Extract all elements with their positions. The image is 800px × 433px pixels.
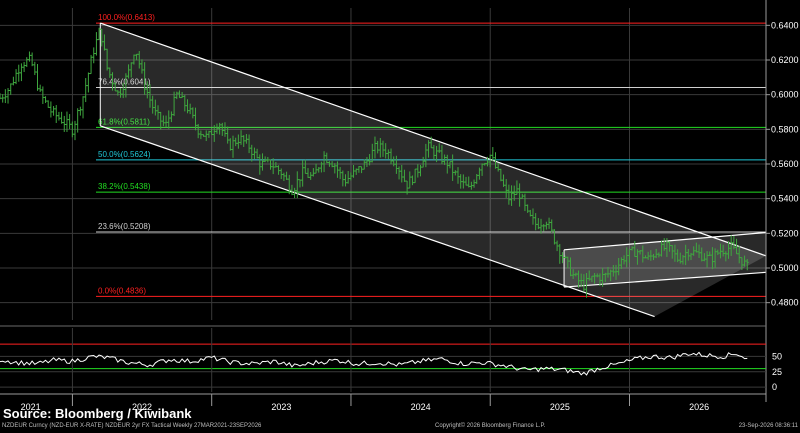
trend-channels — [99, 22, 767, 318]
source-caption: Source: Bloomberg / Kiwibank — [3, 406, 192, 421]
oscillator-tick-label: 25 — [772, 367, 782, 377]
price-tick-label: 0.6400 — [771, 20, 799, 30]
oscillator-tick-label: 0 — [772, 382, 777, 392]
time-tick-label: 2024 — [411, 402, 431, 412]
oscillator-tick-label: 50 — [772, 351, 782, 361]
fibonacci-label: 23.6%(0.5208) — [98, 222, 151, 231]
fibonacci-label: 0.0%(0.4836) — [98, 286, 146, 295]
price-tick-label: 0.5600 — [771, 159, 799, 169]
footer-timestamp: 23-Sep-2026 08:36:11 — [738, 423, 798, 429]
fibonacci-label: 100.0%(0.6413) — [98, 13, 155, 22]
fibonacci-label: 50.0%(0.5624) — [98, 150, 151, 159]
price-tick-label: 0.6200 — [771, 55, 799, 65]
time-tick-label: 2025 — [550, 402, 570, 412]
footer-instrument: NZDEUR Curncy (NZD-EUR X-RATE) NZDEUR 2y… — [2, 423, 262, 429]
price-tick-label: 0.5000 — [771, 263, 799, 273]
price-tick-label: 0.4800 — [771, 298, 799, 308]
footer-copyright: Copyright© 2026 Bloomberg Finance L.P. — [435, 423, 546, 429]
time-tick-label: 2026 — [689, 402, 709, 412]
oscillator-panel: 0 25 50 — [0, 325, 782, 392]
price-axis: 0.4800 0.5000 0.5200 0.5400 0.5600 0.5800 0.60… — [765, 0, 799, 402]
chart-canvas: 100.0%(0.6413)76.4%(0.6041)61.8%(0.5811)… — [0, 0, 799, 412]
price-tick-label: 0.5200 — [771, 228, 799, 238]
price-tick-label: 0.6000 — [771, 90, 799, 100]
price-tick-label: 0.5400 — [771, 194, 799, 204]
fibonacci-label: 38.2%(0.5438) — [98, 182, 151, 191]
price-tick-label: 0.5800 — [771, 124, 799, 134]
time-tick-label: 2023 — [271, 402, 291, 412]
